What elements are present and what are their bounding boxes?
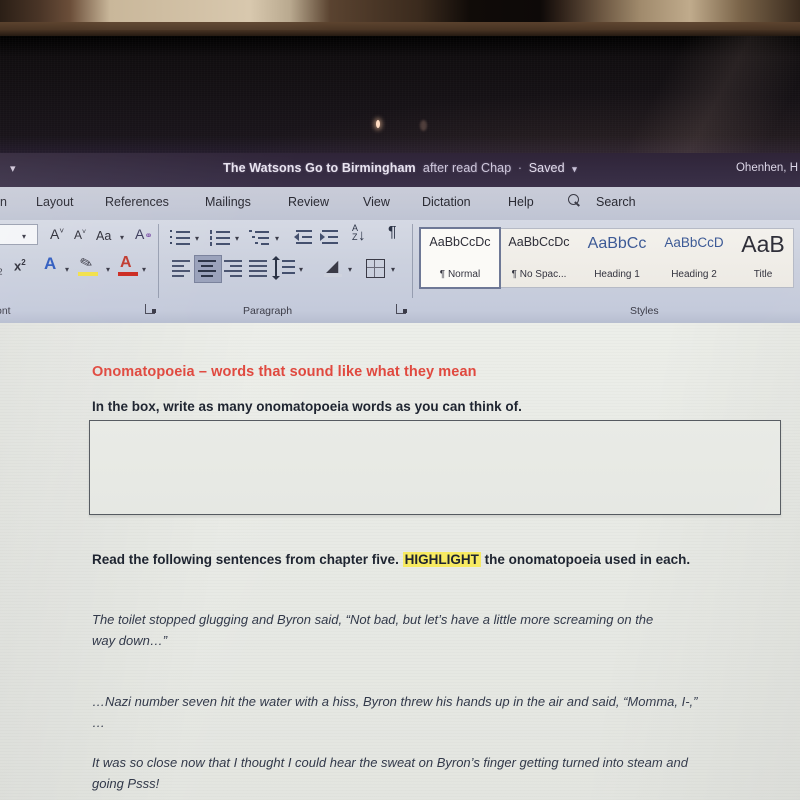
search-box-label[interactable]: Search [596,195,636,209]
styles-gallery: AaBbCcDc ¶ Normal AaBbCcDc ¶ No Spac... … [419,227,794,289]
style-normal-name: ¶ Normal [439,269,481,280]
style-no-spacing[interactable]: AaBbCcDc ¶ No Spac... [499,229,579,287]
text-effects-caret-icon[interactable]: ▾ [65,265,69,274]
tab-references[interactable]: References [105,195,169,209]
ribbon-tab-strip: n Layout References Mailings Review View… [0,187,800,220]
tab-mailings[interactable]: Mailings [205,195,251,209]
borders-icon[interactable] [366,259,385,278]
tab-layout[interactable]: Layout [36,195,74,209]
document-heading: Onomatopoeia – words that sound like wha… [92,364,477,380]
style-no-spacing-name: ¶ No Spac... [511,269,567,280]
line-spacing-caret-icon[interactable]: ▾ [299,265,303,274]
change-case-icon[interactable]: Aa [96,229,111,243]
shading-caret-icon[interactable]: ▾ [348,265,352,274]
font-size-combobox[interactable] [0,224,38,245]
styles-group-label: Styles [630,305,659,317]
laptop-photo: ▾ The Watsons Go to Birmingham after rea… [0,0,800,800]
instruction-before: Read the following sentences from chapte… [92,552,399,567]
font-group-label: ont [0,305,11,317]
shading-color-swatch [324,274,342,277]
sort-icon[interactable]: A Z↓ [352,224,366,244]
superscript-icon[interactable]: x2 [14,258,26,273]
document-title-sub: after read Chap [422,161,512,175]
search-icon[interactable] [568,194,581,207]
quote-paragraph-1: The toilet stopped glugging and Byron sa… [92,612,654,648]
save-state-label: Saved [528,161,565,175]
clear-all-formatting-icon[interactable]: A⚭ [135,226,153,242]
text-effects-icon[interactable]: A [44,254,56,274]
style-heading-1[interactable]: AaBbCс Heading 1 [579,229,655,287]
font-color-caret-icon[interactable]: ▾ [142,265,146,274]
camera-led-icon [376,120,380,128]
instruction-after: the onomatopoeia used in each. [484,552,691,567]
tab-help[interactable]: Help [508,195,534,209]
instruction-highlight: HIGHLIGHT [402,552,481,567]
subscript-icon[interactable]: ₓ2 [0,260,2,276]
bullet-list-caret-icon[interactable]: ▾ [195,234,199,243]
style-heading-2[interactable]: AaBbCcD Heading 2 [655,229,733,287]
save-state-caret-icon[interactable]: ▾ [568,164,577,174]
grow-font-icon[interactable]: A˅ [50,226,64,242]
show-formatting-marks-icon[interactable]: ¶ [388,224,397,242]
style-no-spacing-sample: AaBbCcDc [508,235,570,249]
style-heading-2-sample: AaBbCcD [664,235,724,250]
shading-icon[interactable]: ◢ [326,256,338,276]
text-highlight-caret-icon[interactable]: ▾ [106,265,110,274]
quote-paragraph-2: …Nazi number seven hit the water with a … [92,694,698,730]
style-normal[interactable]: AaBbCcDc ¶ Normal [419,227,501,289]
word-title-bar: ▾ The Watsons Go to Birmingham after rea… [0,153,800,187]
multilevel-list-caret-icon[interactable]: ▾ [275,234,279,243]
tab-design-partial[interactable]: n [0,195,7,209]
quote-paragraph-3: It was so close now that I thought I cou… [92,755,688,791]
style-normal-sample: AaBbCcDc [429,235,491,249]
font-color-swatch [118,272,138,276]
change-case-caret-icon[interactable]: ▾ [120,233,124,242]
text-highlight-color-icon[interactable]: ✎ [78,252,95,273]
style-heading-1-name: Heading 1 [594,269,640,280]
document-instruction: Read the following sentences from chapte… [92,549,752,571]
document-prompt: In the box, write as many onomatopoeia w… [92,399,522,414]
font-dialog-launcher[interactable] [145,304,156,314]
style-title-name: Title [753,269,773,280]
answer-text-box[interactable] [89,420,781,515]
tab-dictation[interactable]: Dictation [422,195,471,209]
laptop-bezel [0,36,800,153]
tab-review[interactable]: Review [288,195,329,209]
account-name-label[interactable]: Ohenhen, H [736,162,798,174]
title-separator: · [517,161,523,175]
document-title-main: The Watsons Go to Birmingham [223,161,416,175]
webcam-lens-icon [420,120,427,131]
highlight-color-swatch [78,272,98,276]
paragraph-styles-divider [412,224,413,298]
font-size-caret-icon[interactable]: ▾ [22,232,26,241]
shrink-font-icon[interactable]: A˅ [74,228,86,242]
tab-view[interactable]: View [363,195,390,209]
numbered-list-caret-icon[interactable]: ▾ [235,234,239,243]
font-color-icon[interactable]: A [120,254,132,272]
paragraph-dialog-launcher[interactable] [396,304,407,314]
style-title[interactable]: AaB Title [733,229,793,287]
borders-caret-icon[interactable]: ▾ [391,265,395,274]
style-heading-1-sample: AaBbCс [587,235,647,252]
style-heading-2-name: Heading 2 [671,269,717,280]
style-title-sample: AaB [741,231,785,257]
paragraph-group-label: Paragraph [243,305,293,317]
document-title[interactable]: The Watsons Go to Birmingham after read … [0,161,800,175]
font-paragraph-divider [158,224,159,298]
bezel-noise [0,36,800,153]
